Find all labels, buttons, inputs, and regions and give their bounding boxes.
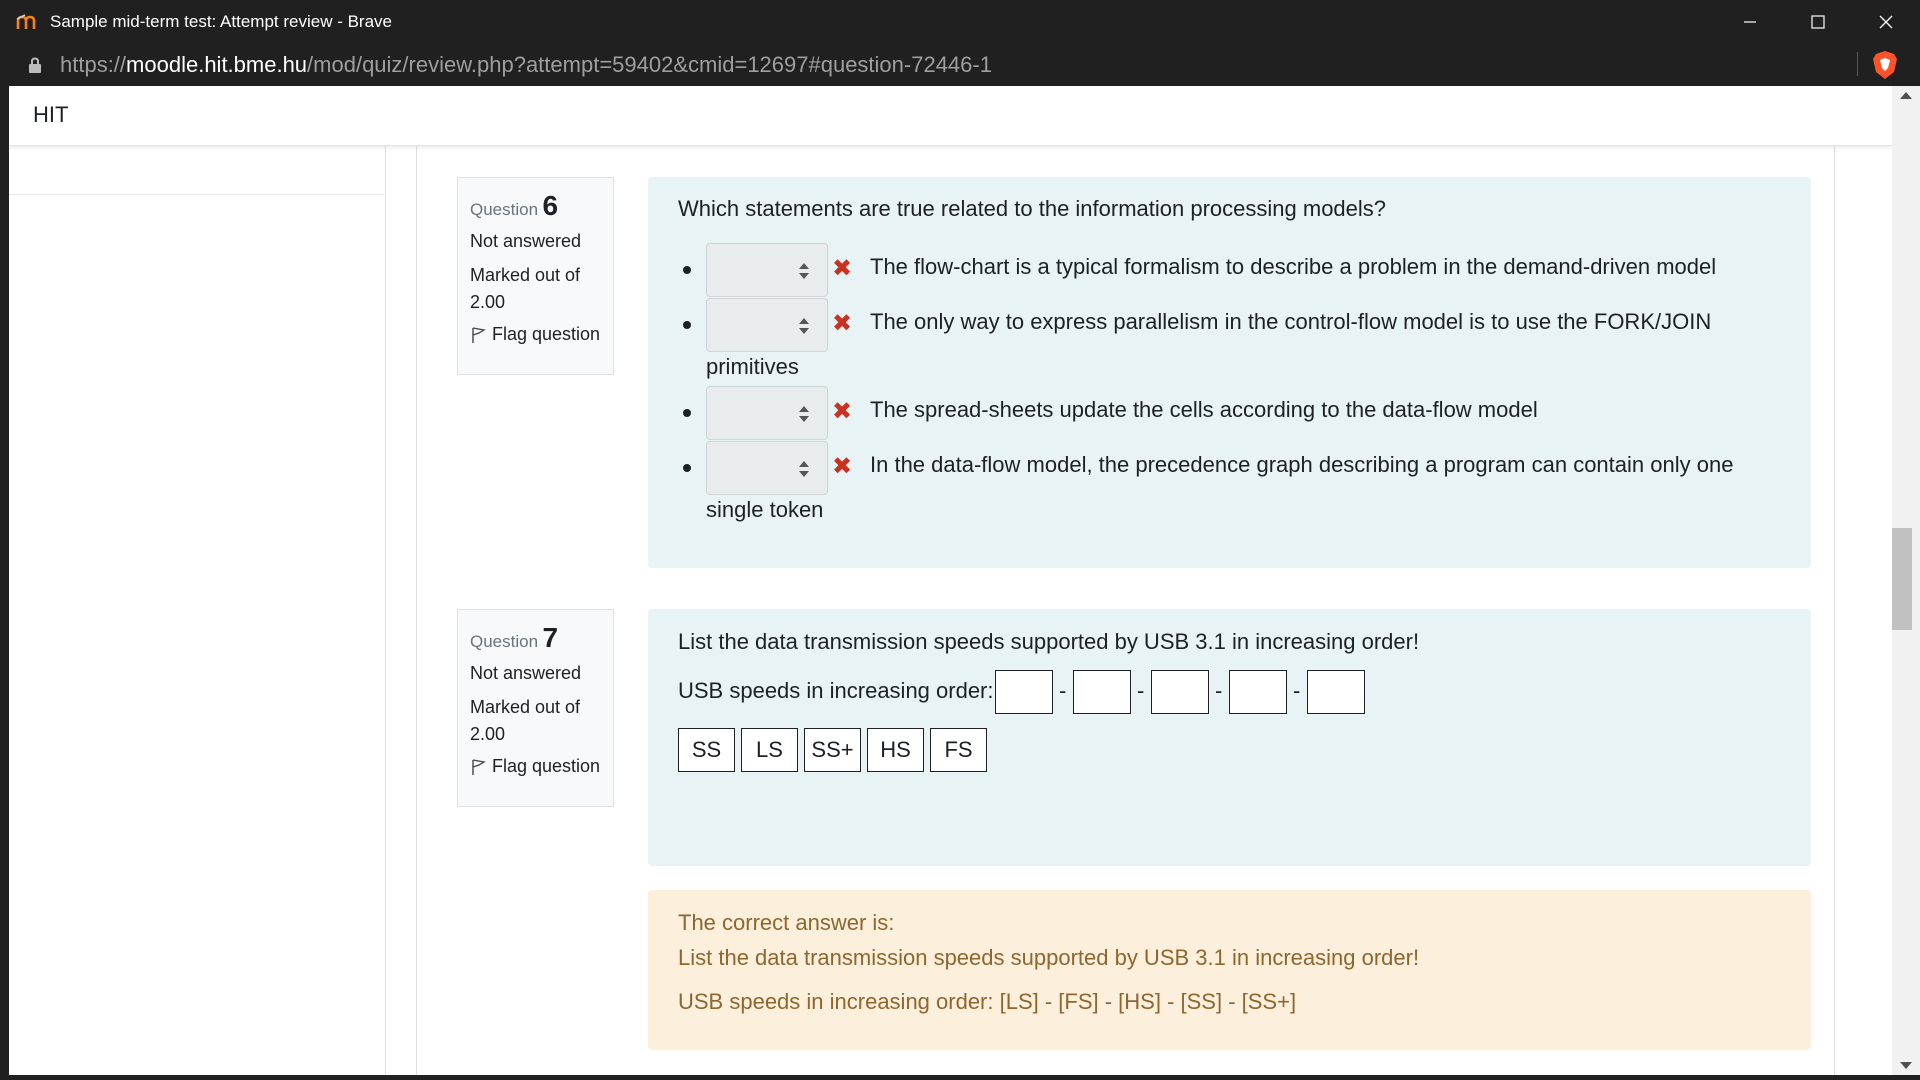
feedback-heading: The correct answer is: [678, 910, 895, 935]
content-divider [416, 146, 417, 1075]
question-state: Not answered [470, 663, 582, 683]
content-right-border [1834, 146, 1835, 1075]
address-separator [1857, 52, 1858, 76]
flag-icon [472, 758, 486, 775]
separator: - [1137, 678, 1145, 703]
drag-choice[interactable]: FS [930, 728, 987, 772]
question-7-content: List the data transmission speeds suppor… [648, 609, 1811, 866]
maximize-button[interactable] [1784, 0, 1852, 43]
question-state: Not answered [470, 231, 582, 251]
statement-3-text: The spread-sheets update the cells accor… [870, 397, 1538, 422]
statement-4-text: In the data-flow model, the precedence g… [870, 452, 1734, 477]
feedback-question: List the data transmission speeds suppor… [678, 945, 1420, 970]
question-text: List the data transmission speeds suppor… [678, 629, 1420, 654]
brave-shields-icon[interactable] [1872, 50, 1898, 80]
list-bullet [683, 321, 691, 329]
question-grade: Marked out of 2.00 [470, 694, 601, 748]
scrollbar-thumb[interactable] [1892, 528, 1912, 630]
site-header: HIT [9, 86, 1892, 146]
statement-2-text-cont: primitives [706, 354, 799, 379]
flag-icon [472, 326, 486, 343]
url-path: /mod/quiz/review.php?attempt=59402&cmid=… [307, 52, 992, 77]
question-7-info: Question 7 Not answered Marked out of 2.0… [457, 609, 614, 807]
caret-down-icon [799, 273, 809, 279]
url-host: moodle.hit.bme.hu [126, 52, 308, 77]
caret-down-icon [799, 416, 809, 422]
question-text: Which statements are true related to the… [678, 196, 1387, 221]
grade-text: Marked out of [470, 265, 581, 285]
grade-text: Marked out of [470, 697, 581, 717]
grade-value: 2.00 [470, 724, 506, 744]
statement-2-text: The only way to express parallelism in t… [870, 309, 1712, 334]
page-scrollbar[interactable] [1892, 86, 1920, 1075]
statement-1-text: The flow-chart is a typical formalism to… [870, 254, 1717, 279]
drag-choice[interactable]: SS+ [804, 728, 861, 772]
close-window-button[interactable] [1852, 0, 1920, 43]
caret-up-icon [799, 263, 809, 269]
statement-1-select[interactable] [706, 243, 828, 297]
list-bullet [683, 409, 691, 417]
caret-up-icon [799, 461, 809, 467]
incorrect-icon: ✖ [832, 453, 853, 480]
question-grade: Marked out of 2.00 [470, 262, 601, 316]
flag-question-label: Flag question [492, 324, 601, 344]
scroll-down-icon[interactable] [1900, 1062, 1912, 1069]
minimize-button[interactable] [1716, 0, 1784, 43]
list-bullet [683, 266, 691, 274]
drag-choice[interactable]: LS [741, 728, 798, 772]
statement-2-select[interactable] [706, 298, 828, 352]
url-text[interactable]: https://moodle.hit.bme.hu/mod/quiz/revie… [60, 52, 992, 78]
flag-question-link[interactable]: Flag question [470, 324, 601, 345]
drawer-divider [9, 194, 386, 195]
incorrect-icon: ✖ [832, 255, 853, 282]
flag-question-link[interactable]: Flag question [470, 756, 601, 777]
caret-up-icon [799, 406, 809, 412]
answer-prompt: USB speeds in increasing order: [678, 678, 994, 703]
site-name[interactable]: HIT [33, 102, 68, 128]
drop-zone-3[interactable] [1151, 670, 1209, 714]
grade-value: 2.00 [470, 292, 506, 312]
drop-zone-5[interactable] [1307, 670, 1365, 714]
drop-zone-2[interactable] [1073, 670, 1131, 714]
question-6-content: Which statements are true related to the… [648, 177, 1811, 568]
moodle-favicon-icon [16, 13, 40, 31]
statement-3-select[interactable] [706, 386, 828, 440]
list-bullet [683, 464, 691, 472]
close-icon [1879, 15, 1893, 28]
window-title: Sample mid-term test: Attempt review - B… [50, 11, 392, 31]
separator: - [1293, 678, 1301, 703]
question-number: 7 [542, 622, 559, 653]
statement-4-select[interactable] [706, 441, 828, 495]
minimize-icon [1744, 20, 1756, 23]
caret-down-icon [799, 471, 809, 477]
feedback-answer: USB speeds in increasing order: [LS] - [… [678, 989, 1297, 1014]
left-drawer [9, 146, 386, 1075]
window-titlebar: Sample mid-term test: Attempt review - B… [0, 0, 1920, 43]
drop-zone-4[interactable] [1229, 670, 1287, 714]
window-bottom-border [0, 1075, 1920, 1080]
url-scheme: https:// [60, 52, 127, 77]
incorrect-icon: ✖ [832, 310, 853, 337]
separator: - [1059, 678, 1067, 703]
address-bar[interactable]: https://moodle.hit.bme.hu/mod/quiz/revie… [0, 43, 1920, 86]
caret-up-icon [799, 318, 809, 324]
question-number: 6 [542, 190, 559, 221]
caret-down-icon [799, 328, 809, 334]
drop-zone-1[interactable] [995, 670, 1053, 714]
lock-icon [28, 57, 42, 73]
question-6-info: Question 6 Not answered Marked out of 2.0… [457, 177, 614, 375]
drag-choice[interactable]: SS [678, 728, 735, 772]
incorrect-icon: ✖ [832, 398, 853, 425]
maximize-icon [1811, 14, 1825, 29]
drag-choice[interactable]: HS [867, 728, 924, 772]
separator: - [1215, 678, 1223, 703]
scroll-up-icon[interactable] [1900, 92, 1912, 99]
question-label: Question [470, 632, 539, 651]
flag-question-label: Flag question [492, 756, 601, 776]
statement-4-text-cont: single token [706, 497, 824, 522]
correct-answer-feedback: The correct answer is: List the data tra… [648, 890, 1811, 1050]
question-label: Question [470, 200, 539, 219]
page-viewport: HIT Question 6 Not answered Marked out o… [9, 86, 1892, 1075]
